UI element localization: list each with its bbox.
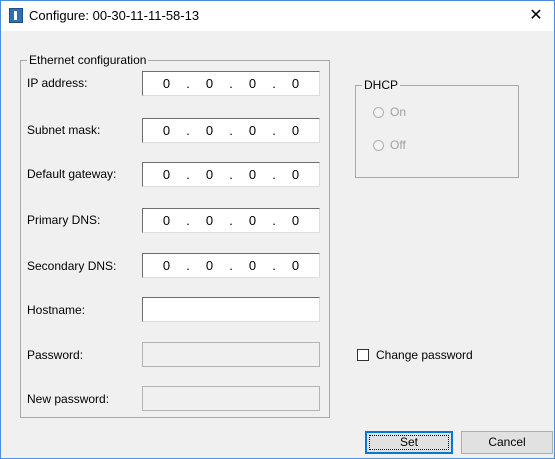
ip-address-input[interactable]: 0. 0. 0. 0 xyxy=(142,71,320,96)
ip-address-octet-2: 0 xyxy=(205,76,214,91)
subnet-mask-label: Subnet mask: xyxy=(27,123,101,137)
cancel-button-label: Cancel xyxy=(488,435,526,449)
dhcp-off-label: Off xyxy=(390,138,406,152)
title-bar[interactable]: Configure: 00-30-11-11-58-13 ✕ xyxy=(1,1,554,31)
primary-dns-input[interactable]: 0. 0. 0. 0 xyxy=(142,208,320,233)
focus-ring xyxy=(369,435,449,450)
secondary-dns-octet-2: 0 xyxy=(205,258,214,273)
secondary-dns-input[interactable]: 0. 0. 0. 0 xyxy=(142,253,320,278)
primary-dns-octet-2: 0 xyxy=(205,213,214,228)
ip-separator: . xyxy=(186,167,190,182)
configure-dialog: Configure: 00-30-11-11-58-13 ✕ Ethernet … xyxy=(0,0,555,459)
primary-dns-octet-1: 0 xyxy=(162,213,171,228)
new-password-input[interactable] xyxy=(142,386,320,411)
ip-separator: . xyxy=(186,258,190,273)
close-icon: ✕ xyxy=(529,7,543,24)
ip-separator: . xyxy=(272,167,276,182)
app-icon xyxy=(9,8,23,23)
ip-separator: . xyxy=(272,76,276,91)
subnet-mask-octet-4: 0 xyxy=(291,123,300,138)
ip-separator: . xyxy=(229,213,233,228)
checkbox-box-icon xyxy=(357,349,369,361)
dhcp-on-label: On xyxy=(390,105,407,119)
default-gateway-octet-2: 0 xyxy=(205,167,214,182)
default-gateway-label: Default gateway: xyxy=(27,167,117,181)
password-input[interactable] xyxy=(142,342,320,367)
ip-address-octet-4: 0 xyxy=(291,76,300,91)
hostname-label: Hostname: xyxy=(27,303,86,317)
set-button[interactable]: Set xyxy=(365,431,453,454)
ip-address-octet-1: 0 xyxy=(162,76,171,91)
secondary-dns-label: Secondary DNS: xyxy=(27,259,117,273)
ip-separator: . xyxy=(229,258,233,273)
secondary-dns-octet-1: 0 xyxy=(162,258,171,273)
dialog-title: Configure: 00-30-11-11-58-13 xyxy=(29,8,200,23)
change-password-checkbox[interactable]: Change password xyxy=(357,348,473,362)
ip-separator: . xyxy=(229,76,233,91)
subnet-mask-octet-1: 0 xyxy=(162,123,171,138)
secondary-dns-octet-3: 0 xyxy=(248,258,257,273)
subnet-mask-octet-2: 0 xyxy=(205,123,214,138)
ip-separator: . xyxy=(186,76,190,91)
close-button[interactable]: ✕ xyxy=(518,1,554,31)
ip-separator: . xyxy=(229,167,233,182)
dhcp-title: DHCP xyxy=(362,78,401,92)
primary-dns-octet-3: 0 xyxy=(248,213,257,228)
dhcp-on-radio[interactable]: On xyxy=(373,105,406,119)
secondary-dns-octet-4: 0 xyxy=(291,258,300,273)
ip-separator: . xyxy=(186,213,190,228)
dhcp-off-radio[interactable]: Off xyxy=(373,138,406,152)
ip-separator: . xyxy=(272,258,276,273)
default-gateway-octet-3: 0 xyxy=(248,167,257,182)
radio-circle-icon xyxy=(373,106,384,118)
hostname-input[interactable] xyxy=(142,297,320,322)
subnet-mask-input[interactable]: 0. 0. 0. 0 xyxy=(142,118,320,143)
cancel-button[interactable]: Cancel xyxy=(461,431,553,454)
primary-dns-octet-4: 0 xyxy=(291,213,300,228)
primary-dns-label: Primary DNS: xyxy=(27,213,101,227)
default-gateway-input[interactable]: 0. 0. 0. 0 xyxy=(142,162,320,187)
ip-separator: . xyxy=(186,123,190,138)
default-gateway-octet-4: 0 xyxy=(291,167,300,182)
default-gateway-octet-1: 0 xyxy=(162,167,171,182)
new-password-label: New password: xyxy=(27,392,110,406)
ip-address-label: IP address: xyxy=(27,76,88,90)
dhcp-group: DHCP xyxy=(355,78,519,178)
ip-separator: . xyxy=(272,213,276,228)
ethernet-configuration-title: Ethernet configuration xyxy=(27,53,149,67)
change-password-label: Change password xyxy=(376,348,473,362)
password-label: Password: xyxy=(27,348,84,362)
ip-separator: . xyxy=(272,123,276,138)
subnet-mask-octet-3: 0 xyxy=(248,123,257,138)
ip-separator: . xyxy=(229,123,233,138)
radio-circle-icon xyxy=(373,139,384,151)
ip-address-octet-3: 0 xyxy=(248,76,257,91)
